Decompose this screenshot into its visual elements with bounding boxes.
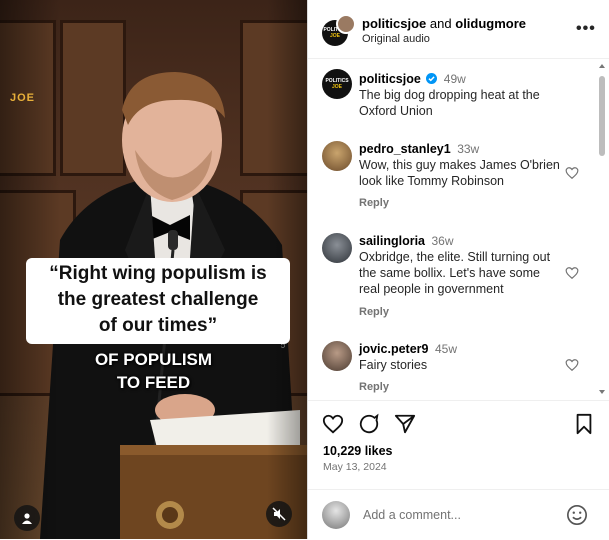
collaborator-username[interactable]: olidugmore <box>455 16 526 31</box>
comment-bubble-icon[interactable] <box>358 413 380 435</box>
caption-text-block: politicsjoe 49w The big dog dropping hea… <box>359 71 564 119</box>
commenter-username[interactable]: pedro_stanley1 <box>359 142 451 156</box>
speaker-muted-icon <box>272 507 286 521</box>
comment-item: jovic.peter9 45w Fairy stories Reply <box>308 341 598 399</box>
comment-item: sailingloria 36w Oxbridge, the elite. St… <box>308 233 598 323</box>
joe-watermark: JOE <box>10 92 36 104</box>
comment-input[interactable]: Add a comment... <box>363 508 461 522</box>
reply-button[interactable]: Reply <box>359 197 389 209</box>
commenter-avatar[interactable] <box>322 141 352 171</box>
share-paper-plane-icon[interactable] <box>394 413 416 435</box>
author-username[interactable]: politicsjoe <box>362 16 426 31</box>
post-date[interactable]: May 13, 2024 <box>323 461 387 473</box>
current-user-avatar <box>322 501 350 529</box>
mute-button[interactable] <box>266 501 292 527</box>
tagged-users-button[interactable] <box>14 505 40 531</box>
commenter-avatar[interactable] <box>322 233 352 263</box>
heart-icon[interactable] <box>565 166 579 180</box>
caption-username[interactable]: politicsjoe <box>359 72 421 86</box>
post-authors: politicsjoe and olidugmore <box>362 16 526 31</box>
quote-caption: “Right wing populism is the greatest cha… <box>26 258 290 344</box>
reply-button[interactable]: Reply <box>359 306 389 318</box>
author-avatar[interactable]: POLITICS JOE <box>322 69 352 99</box>
post-details-panel: POLITICS JOE politicsjoe and olidugmore … <box>307 0 609 539</box>
person-icon <box>22 513 32 524</box>
comment-text-block: jovic.peter9 45w Fairy stories <box>359 341 564 373</box>
reply-button[interactable]: Reply <box>359 381 389 393</box>
comment-body: Fairy stories <box>359 358 428 372</box>
quote-line: “Right wing populism is <box>49 263 267 284</box>
like-heart-icon[interactable] <box>322 413 344 435</box>
save-bookmark-icon[interactable] <box>574 413 594 435</box>
comment-text-block: sailingloria 36w Oxbridge, the elite. St… <box>359 233 564 297</box>
likes-count[interactable]: 10,229 likes <box>323 444 393 458</box>
quote-line: of our times” <box>98 315 218 336</box>
subtitle-line: OF POPULISM <box>94 350 213 369</box>
more-options-button[interactable]: ••• <box>576 20 596 38</box>
subtitle-line: TO FEED <box>116 373 191 392</box>
add-comment-bar: Add a comment... <box>308 489 609 540</box>
comment-item: pedro_stanley1 33w Wow, this guy makes J… <box>308 141 598 211</box>
comment-time[interactable]: 36w <box>431 234 453 248</box>
caption-time[interactable]: 49w <box>444 72 466 86</box>
comment-time[interactable]: 45w <box>435 342 457 356</box>
quote-line: the greatest challenge <box>57 289 259 310</box>
subtitle-overlay: OF POPULISM TO FEED <box>0 348 307 394</box>
comment-body: Wow, this guy makes James O'brien look l… <box>359 158 560 188</box>
comment-body: Oxbridge, the elite. Still turning out t… <box>359 250 551 296</box>
commenter-username[interactable]: jovic.peter9 <box>359 342 428 356</box>
heart-icon[interactable] <box>565 266 579 280</box>
verified-badge-icon <box>426 73 438 84</box>
comments-list: POLITICS JOE politicsjoe 49w The big dog… <box>308 59 609 399</box>
and-text: and <box>429 16 452 31</box>
commenter-username[interactable]: sailingloria <box>359 234 425 248</box>
comments-scrollbar[interactable] <box>597 62 607 398</box>
scroll-down-icon[interactable] <box>597 388 607 396</box>
audio-link[interactable]: Original audio <box>362 33 430 45</box>
collaborator-avatar[interactable] <box>336 14 356 34</box>
scroll-up-icon[interactable] <box>597 62 607 70</box>
heart-icon[interactable] <box>565 358 579 372</box>
avatar-logo-text: JOE <box>329 33 340 39</box>
comment-time[interactable]: 33w <box>457 142 479 156</box>
caption-body: The big dog dropping heat at the Oxford … <box>359 88 540 118</box>
avatar-logo-text: JOE <box>331 84 342 90</box>
comment-text-block: pedro_stanley1 33w Wow, this guy makes J… <box>359 141 564 189</box>
scrollbar-thumb[interactable] <box>599 76 605 156</box>
commenter-avatar[interactable] <box>322 341 352 371</box>
post-header: POLITICS JOE politicsjoe and olidugmore … <box>308 0 609 59</box>
post-caption: POLITICS JOE politicsjoe 49w The big dog… <box>308 69 598 129</box>
oxford-union-watermark: Oxford Union <box>281 312 287 348</box>
reel-video[interactable]: JOE “Right wing populism is the greatest… <box>0 0 307 539</box>
emoji-icon[interactable] <box>566 504 588 526</box>
